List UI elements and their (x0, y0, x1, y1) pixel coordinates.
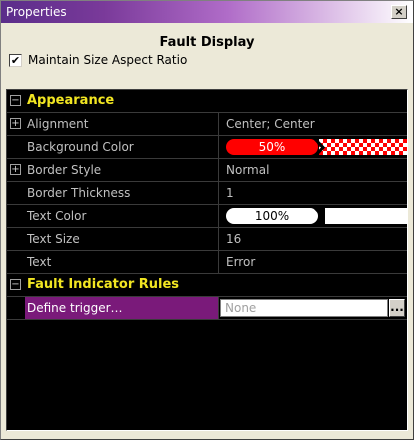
collapse-icon[interactable]: − (10, 279, 21, 290)
category-label: Fault Indicator Rules (27, 277, 180, 292)
property-name: Text Size (25, 228, 219, 250)
property-row-background-color[interactable]: Background Color 50% (7, 136, 407, 159)
text-color-swatch[interactable]: 100% (226, 208, 318, 224)
property-name: Border Style (25, 159, 219, 181)
property-row-alignment[interactable]: + Alignment Center; Center (7, 113, 407, 136)
property-value[interactable]: 16 (220, 228, 407, 250)
property-row-text[interactable]: Text Error (7, 251, 407, 274)
category-fault-indicator-rules[interactable]: − Fault Indicator Rules (7, 274, 407, 297)
property-name: Background Color (25, 136, 219, 158)
chevron-right-icon (313, 138, 325, 157)
property-name: Border Thickness (25, 182, 219, 204)
category-label: Appearance (27, 93, 115, 108)
property-grid: − Appearance + Alignment Center; Center … (6, 89, 408, 431)
close-button[interactable]: × (391, 5, 407, 19)
chevron-right-icon (313, 207, 325, 226)
property-value[interactable]: Error (220, 251, 407, 273)
property-name: Text (25, 251, 219, 273)
collapse-icon[interactable]: − (10, 95, 21, 106)
browse-button[interactable]: ... (389, 299, 405, 317)
property-name: Define trigger… (25, 297, 219, 319)
property-value[interactable]: 1 (220, 182, 407, 204)
property-row-text-size[interactable]: Text Size 16 (7, 228, 407, 251)
window-title: Properties (6, 5, 67, 19)
maintain-aspect-checkbox[interactable]: ✔ (9, 53, 22, 67)
maintain-aspect-row[interactable]: ✔ Maintain Size Aspect Ratio (9, 53, 187, 67)
transparency-pattern (319, 139, 407, 155)
properties-window: Properties × Fault Display ✔ Maintain Si… (0, 0, 414, 440)
object-title: Fault Display (159, 35, 255, 50)
property-value[interactable]: Center; Center (220, 113, 407, 135)
expand-icon[interactable]: + (10, 118, 21, 129)
header-area: Fault Display ✔ Maintain Size Aspect Rat… (1, 23, 413, 83)
property-row-border-style[interactable]: + Border Style Normal (7, 159, 407, 182)
trigger-input[interactable]: None (220, 299, 388, 317)
title-bar[interactable]: Properties × (1, 1, 413, 23)
category-appearance[interactable]: − Appearance (7, 90, 407, 113)
background-color-swatch[interactable]: 50% (226, 139, 318, 155)
opacity-bar (325, 208, 407, 224)
property-row-define-trigger[interactable]: Define trigger… None ... (7, 297, 407, 320)
property-name: Text Color (25, 205, 219, 227)
property-row-text-color[interactable]: Text Color 100% (7, 205, 407, 228)
property-row-border-thickness[interactable]: Border Thickness 1 (7, 182, 407, 205)
property-name: Alignment (25, 113, 219, 135)
expand-icon[interactable]: + (10, 164, 21, 175)
property-value[interactable]: Normal (220, 159, 407, 181)
maintain-aspect-label: Maintain Size Aspect Ratio (28, 53, 188, 67)
